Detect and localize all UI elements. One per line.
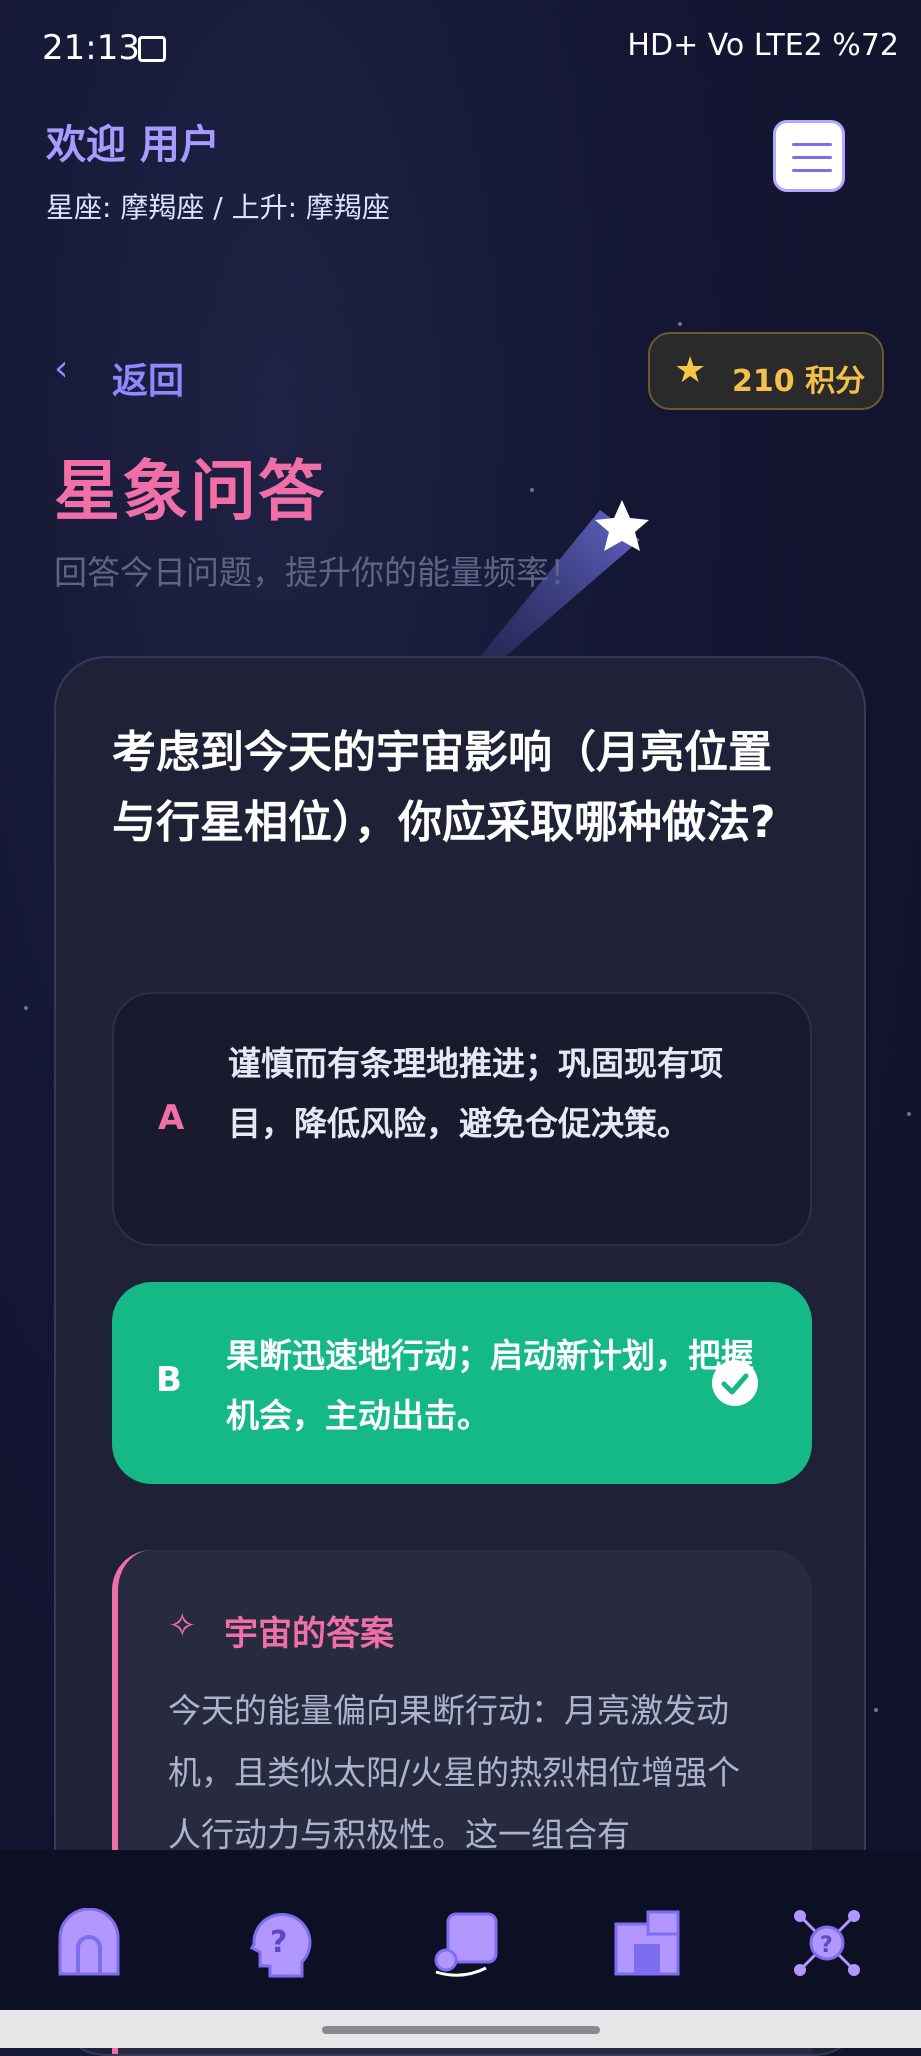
horoscope-icon[interactable] xyxy=(432,1908,502,1978)
svg-text:?: ? xyxy=(270,1925,287,1960)
back-button[interactable]: 返回 xyxy=(112,352,184,404)
status-indicators: HD+ Vo LTE2 %72 xyxy=(627,28,899,63)
svg-text:?: ? xyxy=(820,1933,833,1958)
star-dot xyxy=(874,1708,878,1712)
menu-button[interactable] xyxy=(773,120,845,192)
shop-icon[interactable] xyxy=(612,1908,682,1978)
option-text: 果断迅速地行动；启动新计划，把握机会，主动出击。 xyxy=(226,1336,754,1435)
option-letter: B xyxy=(156,1360,182,1400)
points-badge[interactable]: ★ 210 积分 xyxy=(648,332,884,410)
network-icon[interactable]: ? xyxy=(792,1908,862,1978)
option-text: 谨慎而有条理地推进；巩固现有项目，降低风险，避免仓促决策。 xyxy=(228,1044,723,1143)
zodiac-info: 星座: 摩羯座 / 上升: 摩羯座 xyxy=(46,191,390,224)
quiz-question: 考虑到今天的宇宙影响（月亮位置与行星相位），你应采取哪种做法? xyxy=(112,727,776,848)
star-dot xyxy=(678,322,682,326)
option-a[interactable]: A 谨慎而有条理地推进；巩固现有项目，降低风险，避免仓促决策。 xyxy=(112,992,812,1246)
status-bar: 21:13 HD+ Vo LTE2 %72 xyxy=(0,0,921,100)
menu-bar xyxy=(792,156,832,159)
check-icon xyxy=(712,1360,758,1406)
question-head-icon[interactable]: ? xyxy=(246,1908,316,1978)
status-time: 21:13 xyxy=(42,28,140,68)
magic-wand-icon: ✧ xyxy=(168,1606,197,1646)
star-icon: ★ xyxy=(674,350,707,391)
page-title: 星象问答 xyxy=(54,453,326,530)
welcome-text: 欢迎 用户 xyxy=(46,122,220,168)
option-letter: A xyxy=(158,1098,185,1138)
points-label: 210 积分 xyxy=(732,364,866,399)
home-gesture-bar[interactable] xyxy=(322,2026,600,2034)
menu-bar xyxy=(792,143,832,146)
bottom-nav: ? ? xyxy=(0,1850,921,2010)
star-dot xyxy=(907,1112,911,1116)
quiz-card: 考虑到今天的宇宙影响（月亮位置与行星相位），你应采取哪种做法? A 谨慎而有条理… xyxy=(54,656,866,2056)
star-dot xyxy=(24,1006,28,1010)
home-icon[interactable] xyxy=(54,1907,124,1978)
option-b[interactable]: B 果断迅速地行动；启动新计划，把握机会，主动出击。 xyxy=(112,1282,812,1484)
back-arrow-icon[interactable]: ‹ xyxy=(54,348,68,389)
answer-title: 宇宙的答案 xyxy=(224,1614,394,1654)
page-subtitle: 回答今日问题，提升你的能量频率！ xyxy=(54,553,582,592)
menu-bar xyxy=(792,169,832,172)
image-notification-icon xyxy=(138,36,166,62)
answer-text: 今天的能量偏向果断行动：月亮激发动机，且类似太阳/火星的热烈相位增强个人行动力与… xyxy=(168,1691,741,1854)
